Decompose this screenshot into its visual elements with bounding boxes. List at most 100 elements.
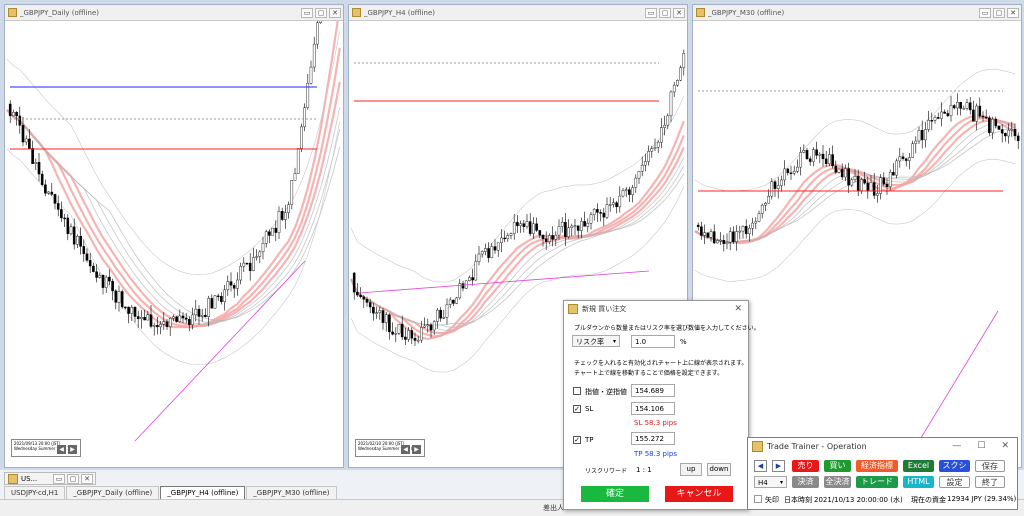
candle [410, 330, 414, 339]
limit-price-input[interactable]: 154.689 [631, 384, 675, 397]
window-titlebar[interactable]: _GBPJPY_Daily (offline) ▭ ▢ ✕ [5, 5, 343, 21]
candle [200, 314, 204, 317]
arrow-checkbox[interactable] [754, 495, 762, 503]
candle [728, 231, 732, 243]
candle [197, 308, 201, 317]
sl-checkbox[interactable]: ✓ [573, 405, 581, 413]
trade-trainer-panel: Trade Trainer - Operation — ☐ ✕ ◀ ▶ 売り 買… [747, 437, 1018, 510]
cancel-button[interactable]: キャンセル [665, 486, 733, 502]
tp-checkbox[interactable]: ✓ [573, 436, 581, 444]
scroll-right-icon[interactable]: ▶ [412, 445, 421, 454]
trainer-titlebar[interactable]: Trade Trainer - Operation — ☐ ✕ [748, 438, 1017, 454]
buy-button[interactable]: 買い [824, 460, 851, 472]
exit-button[interactable]: 終了 [975, 476, 1005, 488]
timeframe-select[interactable]: H4 ▾ [754, 476, 787, 488]
candle [991, 118, 994, 133]
close-icon[interactable]: ✕ [1007, 7, 1019, 18]
minimize-icon[interactable]: ▭ [979, 7, 991, 18]
candle [258, 251, 262, 257]
sell-button[interactable]: 売り [792, 460, 819, 472]
html-button[interactable]: HTML [903, 476, 934, 488]
candle [359, 294, 362, 297]
moving-average-line [6, 107, 341, 326]
candle [719, 239, 722, 242]
candle [268, 231, 271, 236]
scroll-left-icon[interactable]: ◀ [401, 445, 410, 454]
dialog-titlebar[interactable]: 新規 買い注文 ✕ [564, 301, 748, 316]
tab-gbpjpy-m30[interactable]: _GBPJPY_M30 (offline) [246, 486, 337, 499]
minimized-window[interactable]: US... ▭ ▢ ✕ [4, 472, 96, 485]
candle [946, 113, 950, 117]
tp-price-input[interactable]: 155.272 [631, 432, 675, 445]
close-icon[interactable]: ✕ [734, 304, 742, 314]
sl-pips-text: SL 58.3 pips [634, 419, 677, 427]
candle [204, 314, 207, 318]
minimize-icon[interactable]: — [952, 441, 961, 451]
candle [676, 80, 679, 86]
scroll-left-icon[interactable]: ◀ [57, 445, 66, 454]
chart-window-daily[interactable]: _GBPJPY_Daily (offline) ▭ ▢ ✕ 2021/09/13… [4, 4, 344, 468]
risk-value-input[interactable]: 1.0 [631, 335, 675, 348]
candle [519, 223, 522, 226]
mode-select[interactable]: リスク率 ▾ [572, 335, 620, 347]
candle [162, 321, 166, 325]
sl-price-input[interactable]: 154.106 [631, 402, 675, 415]
funds-value: 12934 JPY (29.34%) [947, 495, 1017, 503]
tab-gbpjpy-h4[interactable]: _GBPJPY_H4 (offline) [160, 486, 246, 499]
settle-button[interactable]: 決済 [792, 476, 819, 488]
maximize-icon[interactable]: ▢ [315, 7, 327, 18]
screenshot-button[interactable]: スクショ [939, 460, 970, 482]
save-button[interactable]: 保存 [975, 460, 1005, 472]
candle [503, 237, 506, 240]
window-titlebar[interactable]: _GBPJPY_M30 (offline) ▭ ▢ ✕ [693, 5, 1021, 21]
close-icon[interactable]: ✕ [1001, 441, 1009, 451]
indicators-button[interactable]: 経済指標 [856, 460, 898, 472]
candle [114, 290, 118, 303]
candle [117, 291, 121, 303]
up-button[interactable]: up [680, 463, 702, 476]
candle [216, 295, 220, 298]
maximize-icon[interactable]: ▢ [659, 7, 671, 18]
candle [528, 221, 532, 234]
down-button[interactable]: down [707, 463, 731, 476]
candle [140, 317, 143, 320]
minimize-icon[interactable]: ▭ [645, 7, 657, 18]
prev-bar-button[interactable]: ◀ [754, 460, 767, 472]
candle [696, 224, 700, 227]
close-icon[interactable]: ✕ [673, 7, 685, 18]
price-chart[interactable] [5, 21, 343, 467]
maximize-icon[interactable]: ▢ [993, 7, 1005, 18]
candle [564, 222, 567, 238]
close-icon[interactable]: ✕ [329, 7, 341, 18]
maximize-icon[interactable]: ☐ [977, 441, 985, 451]
minimize-icon[interactable]: ▭ [301, 7, 313, 18]
candle [293, 173, 297, 181]
candle [284, 212, 287, 220]
candle [455, 297, 458, 304]
close-icon[interactable]: ✕ [81, 473, 93, 484]
restore-icon[interactable]: ▭ [53, 473, 65, 484]
next-bar-button[interactable]: ▶ [772, 460, 785, 472]
excel-button[interactable]: Excel [903, 460, 934, 472]
candle [255, 256, 258, 258]
confirm-button[interactable]: 確定 [581, 486, 649, 502]
candle [682, 53, 686, 68]
candle [783, 168, 786, 181]
maximize-icon[interactable]: ▢ [67, 473, 79, 484]
candle [76, 236, 79, 245]
settle-all-button[interactable]: 全決済 [824, 476, 851, 488]
candle [956, 102, 959, 109]
tab-usdjpy-h1[interactable]: USDJPY-cd,H1 [4, 486, 66, 499]
window-titlebar[interactable]: _GBPJPY_H4 (offline) ▭ ▢ ✕ [349, 5, 687, 21]
settings-button[interactable]: 設定 [939, 476, 970, 488]
scroll-right-icon[interactable]: ▶ [68, 445, 77, 454]
tab-gbpjpy-daily[interactable]: _GBPJPY_Daily (offline) [66, 486, 160, 499]
candle [869, 182, 873, 192]
candle [560, 222, 564, 227]
window-title: _GBPJPY_M30 (offline) [708, 8, 785, 17]
candle [866, 182, 870, 192]
candle [47, 191, 50, 194]
trade-button[interactable]: トレード [856, 476, 898, 488]
limit-checkbox[interactable] [573, 387, 581, 395]
candle [834, 165, 838, 173]
